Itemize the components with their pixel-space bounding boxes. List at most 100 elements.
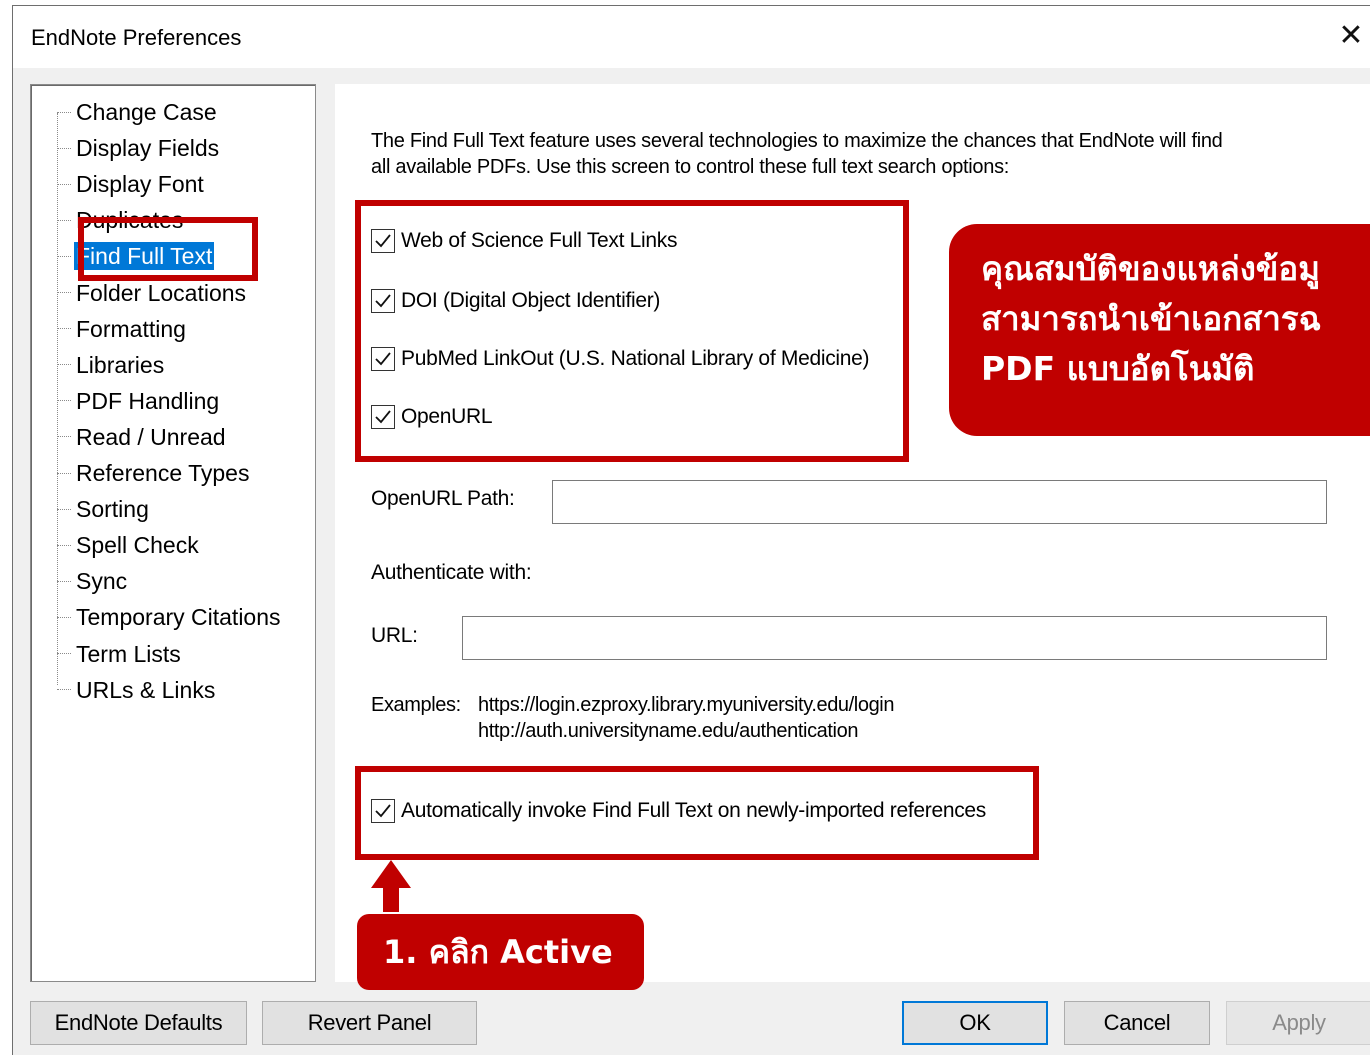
- tree-item-label: Reference Types: [76, 460, 250, 486]
- check-icon: [375, 410, 391, 424]
- web-of-science-label: Web of Science Full Text Links: [401, 229, 678, 252]
- close-icon[interactable]: ✕: [1334, 16, 1368, 56]
- option-pubmed-linkout[interactable]: PubMed LinkOut (U.S. National Library of…: [371, 344, 870, 374]
- tree-item-display-fields[interactable]: Display Fields: [57, 133, 221, 163]
- tree-item-label: PDF Handling: [76, 387, 220, 414]
- check-icon: [375, 804, 391, 818]
- tree-item-change-case[interactable]: Change Case: [57, 97, 219, 127]
- callout-line-1: คุณสมบัติของแหล่งข้อมู: [981, 249, 1320, 288]
- tree-item-label: Change Case: [76, 99, 217, 125]
- tree-connector-tick: [57, 328, 71, 330]
- examples-label: Examples:: [371, 694, 461, 716]
- up-arrow-icon: [371, 860, 411, 912]
- doi-label: DOI (Digital Object Identifier): [401, 289, 661, 312]
- check-icon: [375, 294, 391, 308]
- tree-connector-tick: [57, 183, 71, 185]
- preferences-dialog: EndNote Preferences ✕ Change Case Display…: [12, 5, 1370, 1055]
- web-of-science-checkbox[interactable]: [371, 229, 395, 253]
- tree-item-label: Display Font: [76, 171, 204, 198]
- tree-item-read-unread[interactable]: Read / Unread: [57, 422, 228, 452]
- example-url-2: http://auth.universityname.edu/authentic…: [478, 720, 859, 742]
- tree-item-libraries[interactable]: Libraries: [57, 350, 166, 380]
- examples-list: https://login.ezproxy.library.myuniversi…: [478, 692, 894, 744]
- tree-item-label: Find Full Text: [72, 241, 216, 272]
- url-label: URL:: [371, 624, 418, 647]
- example-url-1: https://login.ezproxy.library.myuniversi…: [478, 694, 895, 716]
- tree-item-label: Read / Unread: [76, 423, 226, 450]
- tree-item-urls-links[interactable]: URLs & Links: [57, 675, 217, 705]
- revert-panel-button[interactable]: Revert Panel: [262, 1001, 477, 1045]
- tree-item-label: Temporary Citations: [76, 604, 281, 631]
- check-icon: [375, 234, 391, 248]
- dialog-title: EndNote Preferences: [31, 25, 242, 50]
- tree-connector-tick: [57, 689, 71, 691]
- tree-item-pdf-handling[interactable]: PDF Handling: [57, 386, 221, 416]
- tree-item-duplicates[interactable]: Duplicates: [57, 205, 185, 235]
- callout-annotation: คุณสมบัติของแหล่งข้อมู สามารถนำเข้าเอกสา…: [949, 224, 1370, 436]
- title-bar: EndNote Preferences ✕: [13, 6, 1370, 68]
- find-full-text-panel: The Find Full Text feature uses several …: [335, 84, 1370, 990]
- tree-item-label: Folder Locations: [76, 279, 247, 306]
- tree-item-label: Sorting: [76, 496, 149, 523]
- option-auto-invoke[interactable]: Automatically invoke Find Full Text on n…: [371, 796, 986, 826]
- tree-connector-tick: [57, 653, 71, 654]
- tree-connector-tick: [57, 255, 71, 257]
- tree-connector-tick: [57, 436, 71, 438]
- tree-item-label: Duplicates: [76, 207, 184, 234]
- auto-invoke-checkbox[interactable]: [371, 799, 395, 823]
- openurl-label: OpenURL: [401, 405, 493, 428]
- tree-item-label: Libraries: [76, 351, 165, 378]
- ok-button[interactable]: OK: [902, 1001, 1048, 1045]
- tree-item-label: URLs & Links: [76, 676, 216, 703]
- tree-connector-tick: [57, 580, 71, 582]
- examples: Examples: https://login.ezproxy.library.…: [371, 692, 894, 744]
- tree-connector-tick: [57, 508, 71, 510]
- preferences-tree: Change Case Display Fields Display Font Dup…: [30, 84, 316, 982]
- tree-connector-tick: [57, 111, 71, 113]
- tree-item-label: Term Lists: [76, 640, 181, 667]
- tree-item-label: Sync: [76, 568, 128, 595]
- tree-connector-tick: [57, 544, 71, 546]
- pubmed-label: PubMed LinkOut (U.S. National Library of…: [401, 347, 870, 370]
- option-doi[interactable]: DOI (Digital Object Identifier): [371, 286, 660, 316]
- tree-item-temporary-citations[interactable]: Temporary Citations: [57, 602, 283, 632]
- tree-item-folder-locations[interactable]: Folder Locations: [57, 278, 248, 308]
- tree-connector-tick: [57, 616, 71, 618]
- tree-item-label: Spell Check: [76, 532, 199, 559]
- tree-item-display-font[interactable]: Display Font: [57, 169, 206, 199]
- tree-item-term-lists[interactable]: Term Lists: [57, 639, 183, 669]
- authenticate-with-label: Authenticate with:: [371, 561, 532, 584]
- tree-item-sync[interactable]: Sync: [57, 566, 129, 596]
- option-web-of-science[interactable]: Web of Science Full Text Links: [371, 226, 678, 256]
- tree-connector-tick: [57, 364, 71, 366]
- tree-connector-tick: [57, 400, 71, 402]
- openurl-path-input[interactable]: [552, 480, 1327, 524]
- url-input[interactable]: [462, 616, 1327, 660]
- pubmed-checkbox[interactable]: [371, 347, 395, 371]
- tree-item-formatting[interactable]: Formatting: [57, 314, 188, 344]
- openurl-path-label: OpenURL Path:: [371, 487, 515, 510]
- intro-line-1: The Find Full Text feature uses several …: [371, 130, 1223, 152]
- step-1-label: 1. คลิก Active: [357, 914, 644, 990]
- tree-item-find-full-text[interactable]: Find Full Text: [57, 241, 216, 272]
- tree-item-reference-types[interactable]: Reference Types: [57, 458, 251, 488]
- intro-text: The Find Full Text feature uses several …: [371, 128, 1331, 180]
- intro-line-2: all available PDFs. Use this screen to c…: [371, 156, 1010, 178]
- apply-button[interactable]: Apply: [1226, 1001, 1370, 1045]
- callout-line-3: PDF แบบอัตโนมัติ: [981, 349, 1255, 388]
- endnote-defaults-button[interactable]: EndNote Defaults: [30, 1001, 247, 1045]
- tree-item-label: Formatting: [76, 315, 186, 342]
- tree-item-spell-check[interactable]: Spell Check: [57, 530, 201, 560]
- auto-invoke-label: Automatically invoke Find Full Text on n…: [401, 799, 987, 822]
- callout-line-2: สามารถนำเข้าเอกสารฉ: [981, 299, 1322, 338]
- tree-connector-tick: [57, 147, 71, 149]
- tree-item-label: Display Fields: [76, 135, 220, 162]
- cancel-button[interactable]: Cancel: [1064, 1001, 1210, 1045]
- tree-item-sorting[interactable]: Sorting: [57, 494, 151, 524]
- check-icon: [375, 352, 391, 366]
- openurl-checkbox[interactable]: [371, 405, 395, 429]
- option-openurl[interactable]: OpenURL: [371, 402, 493, 432]
- tree-connector-tick: [57, 472, 71, 474]
- tree-connector-tick: [57, 219, 71, 221]
- doi-checkbox[interactable]: [371, 289, 395, 313]
